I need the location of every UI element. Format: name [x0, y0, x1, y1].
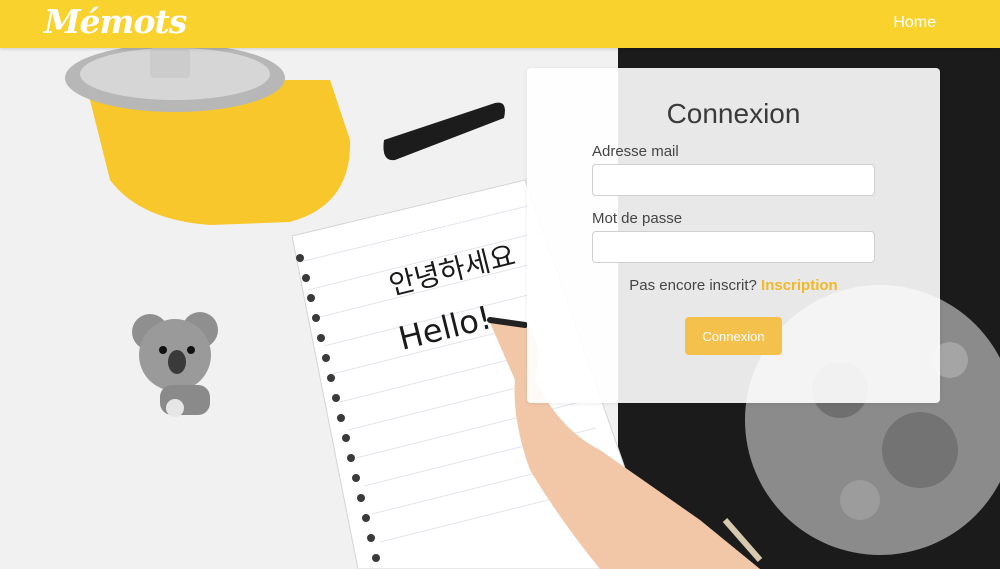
login-title: Connexion [666, 98, 801, 129]
navbar: Mémots Home [0, 0, 1000, 48]
login-card: Connexion Adresse mail Mot de passe Pas … [527, 68, 940, 403]
signup-link[interactable]: Inscription [761, 277, 838, 294]
password-input[interactable] [592, 231, 875, 263]
signup-prompt-text: Pas encore inscrit? [629, 277, 757, 294]
email-label: Adresse mail [592, 143, 679, 160]
signup-prompt-line: Pas encore inscrit? Inscription [527, 277, 940, 294]
login-page: Mémots Home 안녕하세요 Hello! Connexion Adres… [0, 0, 1000, 569]
password-label: Mot de passe [592, 210, 683, 227]
brand-logo[interactable]: Mémots [44, 2, 187, 41]
nav-home-link[interactable]: Home [893, 14, 936, 32]
login-submit-button[interactable]: Connexion [685, 317, 782, 355]
email-input[interactable] [592, 164, 875, 196]
